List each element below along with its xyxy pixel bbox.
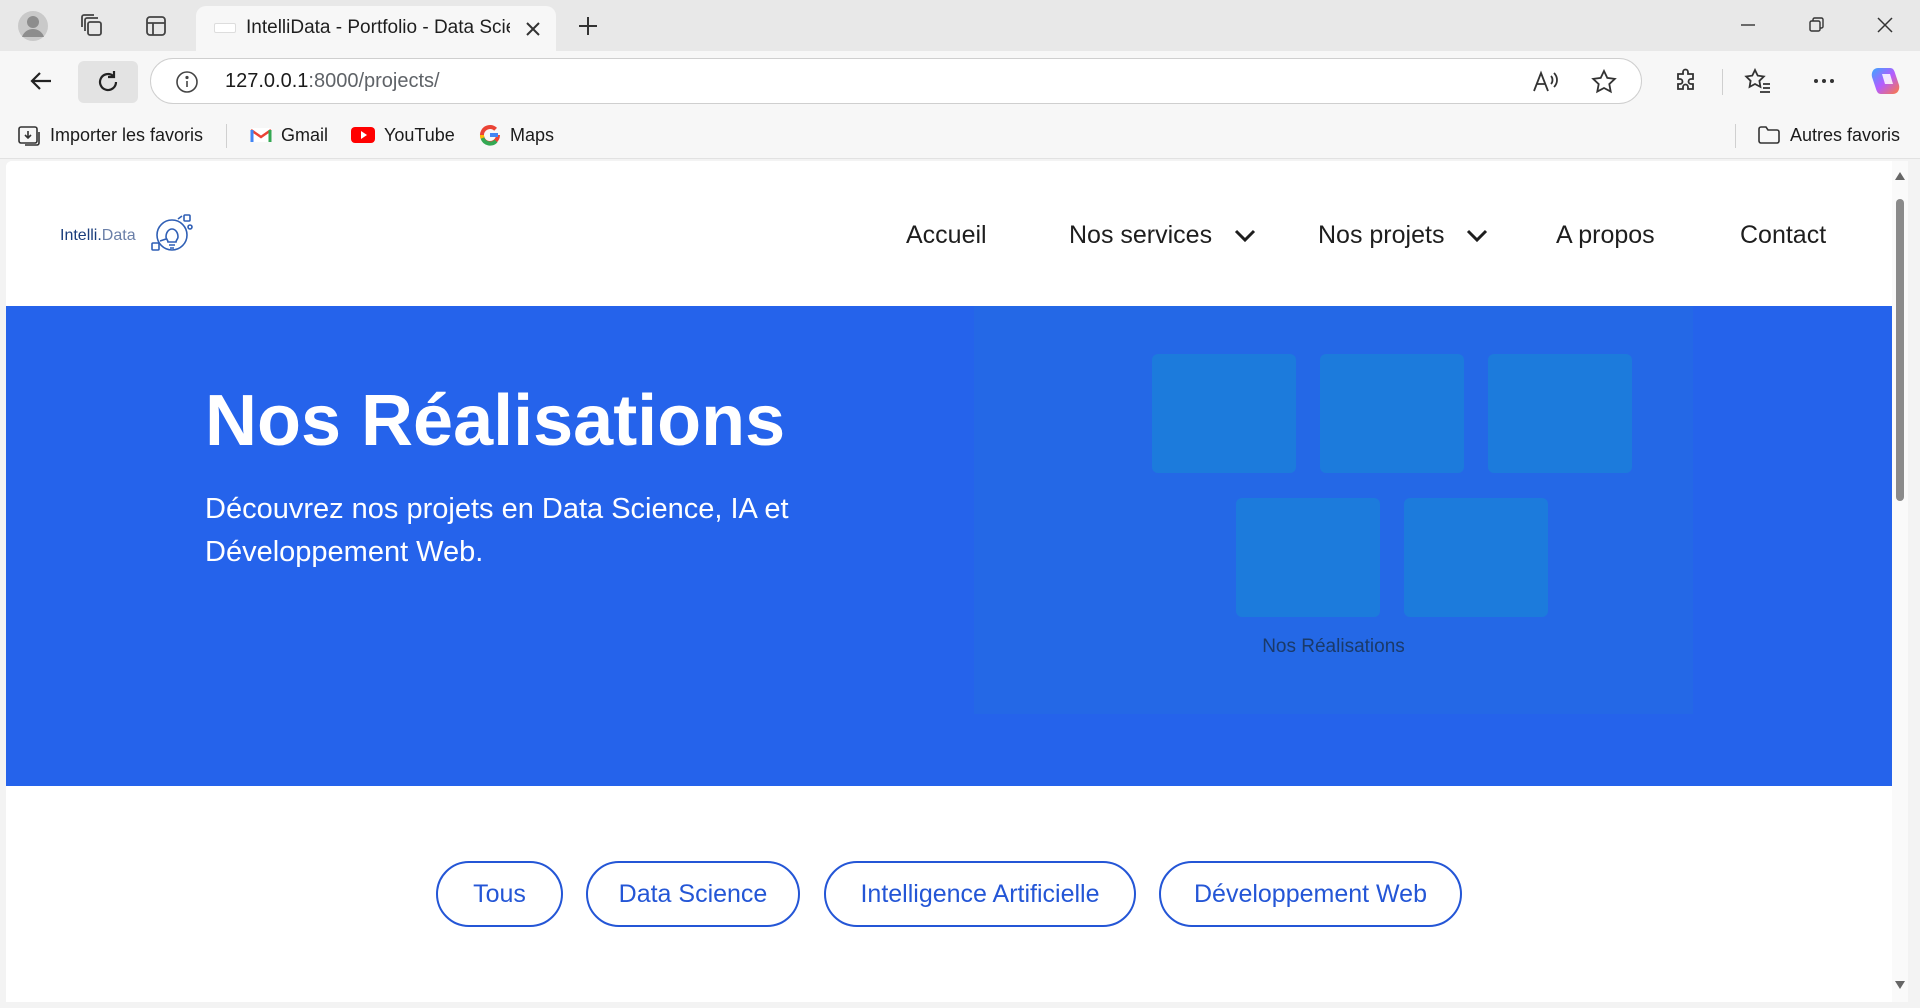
restore-icon[interactable] (1801, 10, 1831, 40)
nav-label: Nos projets (1318, 221, 1445, 249)
bookmark-gmail[interactable]: Gmail (250, 122, 328, 148)
bookmark-label: Importer les favoris (50, 124, 204, 145)
address-bar[interactable]: 127.0.0.1:8000/projects/ (150, 58, 1642, 104)
browser-title-bar: IntelliData - Portfolio - Data Science (0, 0, 1920, 51)
illustration-tile (1236, 498, 1380, 617)
filter-developpement-web-button[interactable]: Développement Web (1159, 861, 1462, 927)
nav-label: Nos services (1069, 221, 1213, 249)
bookmark-label: Autres favoris (1790, 124, 1901, 145)
illustration-tile (1404, 498, 1548, 617)
read-aloud-icon[interactable] (1531, 69, 1559, 95)
scrollbar-thumb[interactable] (1896, 199, 1904, 501)
extensions-icon[interactable] (1666, 61, 1706, 101)
workspaces-icon[interactable] (72, 6, 112, 46)
site-info-icon[interactable] (175, 70, 199, 94)
scroll-up-arrow-icon[interactable] (1895, 172, 1905, 180)
tab-actions-icon[interactable] (136, 6, 176, 46)
url-host: 127.0.0.1 (225, 70, 309, 92)
folder-icon (1757, 125, 1781, 145)
hero-section: Nos Réalisations Découvrez nos projets e… (6, 306, 1892, 786)
hero-illustration: Nos Réalisations (974, 306, 1693, 714)
url-path: :8000/projects/ (308, 70, 440, 92)
back-icon[interactable] (22, 61, 62, 101)
logo-lightbulb-icon (151, 214, 193, 251)
tab-favicon-icon (214, 23, 236, 33)
nav-nos-projets[interactable]: Nos projets (1318, 221, 1488, 250)
chevron-down-icon (1466, 229, 1488, 243)
profile-avatar-icon[interactable] (13, 6, 53, 46)
more-options-icon[interactable] (1804, 61, 1844, 101)
nav-label: A propos (1556, 221, 1655, 249)
illustration-tile (1320, 354, 1464, 473)
logo-accent-text: Data (101, 227, 136, 244)
bookmark-maps[interactable]: Maps (479, 122, 554, 148)
filter-data-science-button[interactable]: Data Science (586, 861, 800, 927)
toolbar-divider (1722, 69, 1723, 95)
reload-icon[interactable] (78, 61, 138, 103)
illustration-tile (1488, 354, 1632, 473)
nav-nos-services[interactable]: Nos services (1069, 221, 1256, 250)
favorites-icon[interactable] (1738, 61, 1778, 101)
bookmark-other-folder[interactable]: Autres favoris (1757, 122, 1900, 148)
gmail-icon (250, 126, 272, 144)
minimize-icon[interactable] (1733, 10, 1763, 40)
window-close-icon[interactable] (1870, 10, 1900, 40)
page-viewport: Intelli.Data Accueil Nos services Nos pr… (6, 161, 1892, 1002)
nav-accueil[interactable]: Accueil (906, 221, 987, 250)
illustration-label: Nos Réalisations (1262, 636, 1405, 657)
tab-title: IntelliData - Portfolio - Data Science (246, 17, 510, 38)
youtube-icon (351, 126, 375, 144)
bookmark-youtube[interactable]: YouTube (351, 122, 455, 148)
site-header: Intelli.Data Accueil Nos services Nos pr… (6, 161, 1892, 306)
scroll-down-arrow-icon[interactable] (1895, 981, 1905, 989)
hero-subtitle: Découvrez nos projets en Data Science, I… (205, 493, 789, 568)
logo-main-text: Intelli. (60, 227, 102, 244)
bookmark-import[interactable]: Importer les favoris (17, 122, 203, 148)
browser-toolbar: 127.0.0.1:8000/projects/ (0, 51, 1920, 112)
nav-a-propos[interactable]: A propos (1556, 221, 1655, 250)
bookmark-label: YouTube (384, 124, 455, 145)
url-text[interactable]: 127.0.0.1:8000/projects/ (225, 70, 440, 93)
favorite-star-icon[interactable] (1591, 69, 1617, 95)
tab-close-icon[interactable] (522, 18, 544, 40)
bookmark-label: Maps (510, 124, 555, 145)
nav-label: Contact (1740, 221, 1827, 249)
page-scrollbar[interactable] (1892, 161, 1908, 1002)
chevron-down-icon (1234, 229, 1256, 243)
nav-contact[interactable]: Contact (1740, 221, 1826, 250)
hero-title: Nos Réalisations (205, 381, 786, 461)
project-filters: Tous Data Science Intelligence Artificie… (6, 861, 1892, 931)
bookmark-divider (226, 124, 227, 148)
logo-text: Intelli.Data (60, 227, 136, 245)
google-icon (479, 124, 501, 146)
bookmarks-bar: Importer les favoris Gmail YouTube Maps … (0, 112, 1920, 159)
bookmark-label: Gmail (281, 124, 329, 145)
site-logo[interactable]: Intelli.Data (60, 211, 200, 261)
import-icon (17, 124, 41, 146)
active-tab[interactable]: IntelliData - Portfolio - Data Science (196, 6, 556, 51)
illustration-tile (1152, 354, 1296, 473)
filter-tous-button[interactable]: Tous (436, 861, 563, 927)
nav-label: Accueil (906, 221, 987, 249)
filter-intelligence-artificielle-button[interactable]: Intelligence Artificielle (824, 861, 1136, 927)
copilot-icon[interactable] (1866, 61, 1906, 101)
bookmark-divider (1735, 124, 1736, 148)
new-tab-icon[interactable] (568, 6, 608, 46)
